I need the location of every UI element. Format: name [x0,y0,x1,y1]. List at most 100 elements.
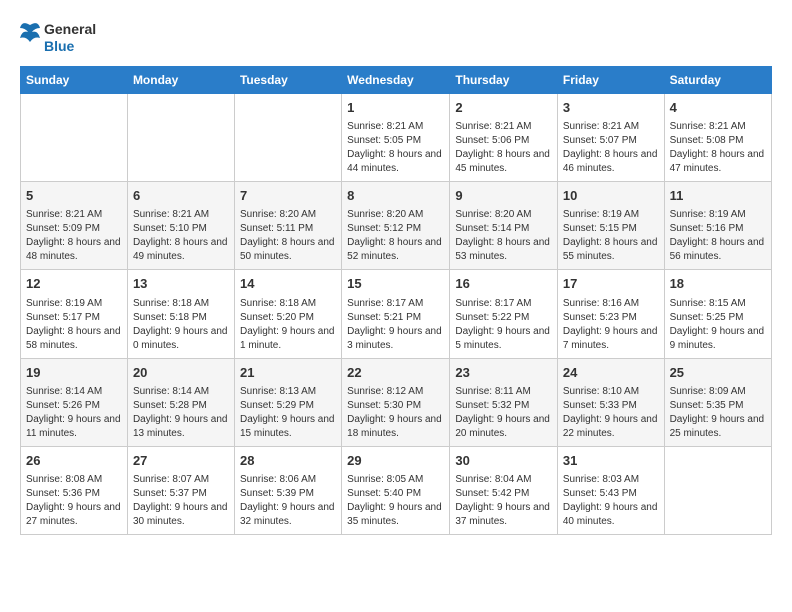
day-sunset: Sunset: 5:06 PM [455,134,552,148]
day-number: 26 [26,452,122,470]
day-number: 21 [240,364,336,382]
header: General Blue [20,20,772,56]
day-daylight: Daylight: 8 hours and 47 minutes. [670,148,766,176]
day-number: 17 [563,275,659,293]
calendar-header-thursday: Thursday [450,67,558,94]
day-sunrise: Sunrise: 8:09 AM [670,385,766,399]
day-number: 19 [26,364,122,382]
day-daylight: Daylight: 8 hours and 45 minutes. [455,148,552,176]
day-sunset: Sunset: 5:23 PM [563,311,659,325]
day-number: 6 [133,187,229,205]
day-sunrise: Sunrise: 8:20 AM [455,208,552,222]
calendar-cell: 3 Sunrise: 8:21 AM Sunset: 5:07 PM Dayli… [557,94,664,182]
calendar-cell: 4 Sunrise: 8:21 AM Sunset: 5:08 PM Dayli… [664,94,771,182]
day-sunset: Sunset: 5:25 PM [670,311,766,325]
day-number: 1 [347,99,444,117]
day-daylight: Daylight: 9 hours and 1 minute. [240,325,336,353]
day-sunrise: Sunrise: 8:20 AM [240,208,336,222]
day-sunrise: Sunrise: 8:07 AM [133,473,229,487]
day-sunrise: Sunrise: 8:21 AM [133,208,229,222]
calendar-cell: 28 Sunrise: 8:06 AM Sunset: 5:39 PM Dayl… [234,446,341,534]
day-daylight: Daylight: 9 hours and 27 minutes. [26,501,122,529]
day-number: 3 [563,99,659,117]
calendar-cell: 2 Sunrise: 8:21 AM Sunset: 5:06 PM Dayli… [450,94,558,182]
day-daylight: Daylight: 9 hours and 25 minutes. [670,413,766,441]
day-sunset: Sunset: 5:21 PM [347,311,444,325]
day-sunset: Sunset: 5:37 PM [133,487,229,501]
day-sunrise: Sunrise: 8:06 AM [240,473,336,487]
day-number: 8 [347,187,444,205]
day-number: 5 [26,187,122,205]
day-daylight: Daylight: 8 hours and 44 minutes. [347,148,444,176]
day-number: 25 [670,364,766,382]
calendar-header-row: SundayMondayTuesdayWednesdayThursdayFrid… [21,67,772,94]
day-number: 18 [670,275,766,293]
calendar-cell [21,94,128,182]
calendar-header-saturday: Saturday [664,67,771,94]
day-daylight: Daylight: 8 hours and 53 minutes. [455,236,552,264]
day-daylight: Daylight: 8 hours and 46 minutes. [563,148,659,176]
day-sunrise: Sunrise: 8:18 AM [133,297,229,311]
day-number: 27 [133,452,229,470]
day-sunset: Sunset: 5:26 PM [26,399,122,413]
day-sunset: Sunset: 5:43 PM [563,487,659,501]
day-number: 2 [455,99,552,117]
day-sunset: Sunset: 5:05 PM [347,134,444,148]
day-sunset: Sunset: 5:35 PM [670,399,766,413]
day-number: 13 [133,275,229,293]
calendar-cell: 20 Sunrise: 8:14 AM Sunset: 5:28 PM Dayl… [127,358,234,446]
calendar-cell: 24 Sunrise: 8:10 AM Sunset: 5:33 PM Dayl… [557,358,664,446]
day-daylight: Daylight: 9 hours and 22 minutes. [563,413,659,441]
day-sunset: Sunset: 5:22 PM [455,311,552,325]
calendar-cell: 23 Sunrise: 8:11 AM Sunset: 5:32 PM Dayl… [450,358,558,446]
logo-bird-icon [20,20,40,56]
calendar-cell [127,94,234,182]
calendar-cell: 8 Sunrise: 8:20 AM Sunset: 5:12 PM Dayli… [342,182,450,270]
day-sunrise: Sunrise: 8:17 AM [347,297,444,311]
day-number: 11 [670,187,766,205]
day-sunset: Sunset: 5:16 PM [670,222,766,236]
day-sunset: Sunset: 5:28 PM [133,399,229,413]
day-sunset: Sunset: 5:08 PM [670,134,766,148]
day-number: 29 [347,452,444,470]
day-sunrise: Sunrise: 8:04 AM [455,473,552,487]
day-sunrise: Sunrise: 8:12 AM [347,385,444,399]
day-sunset: Sunset: 5:15 PM [563,222,659,236]
calendar-cell: 26 Sunrise: 8:08 AM Sunset: 5:36 PM Dayl… [21,446,128,534]
calendar-cell: 30 Sunrise: 8:04 AM Sunset: 5:42 PM Dayl… [450,446,558,534]
calendar-cell: 7 Sunrise: 8:20 AM Sunset: 5:11 PM Dayli… [234,182,341,270]
day-number: 9 [455,187,552,205]
calendar-cell: 25 Sunrise: 8:09 AM Sunset: 5:35 PM Dayl… [664,358,771,446]
day-sunrise: Sunrise: 8:15 AM [670,297,766,311]
day-sunset: Sunset: 5:33 PM [563,399,659,413]
calendar-cell: 9 Sunrise: 8:20 AM Sunset: 5:14 PM Dayli… [450,182,558,270]
calendar-cell: 17 Sunrise: 8:16 AM Sunset: 5:23 PM Dayl… [557,270,664,358]
day-daylight: Daylight: 9 hours and 35 minutes. [347,501,444,529]
day-sunrise: Sunrise: 8:10 AM [563,385,659,399]
day-sunset: Sunset: 5:11 PM [240,222,336,236]
day-number: 7 [240,187,336,205]
day-number: 22 [347,364,444,382]
calendar-week-row: 19 Sunrise: 8:14 AM Sunset: 5:26 PM Dayl… [21,358,772,446]
calendar-cell: 21 Sunrise: 8:13 AM Sunset: 5:29 PM Dayl… [234,358,341,446]
day-sunset: Sunset: 5:36 PM [26,487,122,501]
calendar-header-tuesday: Tuesday [234,67,341,94]
day-daylight: Daylight: 8 hours and 48 minutes. [26,236,122,264]
day-daylight: Daylight: 9 hours and 20 minutes. [455,413,552,441]
day-number: 23 [455,364,552,382]
logo: General Blue [20,20,96,56]
day-daylight: Daylight: 9 hours and 11 minutes. [26,413,122,441]
day-daylight: Daylight: 8 hours and 50 minutes. [240,236,336,264]
day-daylight: Daylight: 9 hours and 5 minutes. [455,325,552,353]
day-sunrise: Sunrise: 8:19 AM [26,297,122,311]
day-sunset: Sunset: 5:30 PM [347,399,444,413]
day-sunrise: Sunrise: 8:13 AM [240,385,336,399]
calendar-cell: 27 Sunrise: 8:07 AM Sunset: 5:37 PM Dayl… [127,446,234,534]
day-sunset: Sunset: 5:42 PM [455,487,552,501]
day-number: 31 [563,452,659,470]
day-sunrise: Sunrise: 8:14 AM [26,385,122,399]
calendar-week-row: 12 Sunrise: 8:19 AM Sunset: 5:17 PM Dayl… [21,270,772,358]
day-daylight: Daylight: 9 hours and 30 minutes. [133,501,229,529]
day-sunset: Sunset: 5:18 PM [133,311,229,325]
day-sunrise: Sunrise: 8:18 AM [240,297,336,311]
